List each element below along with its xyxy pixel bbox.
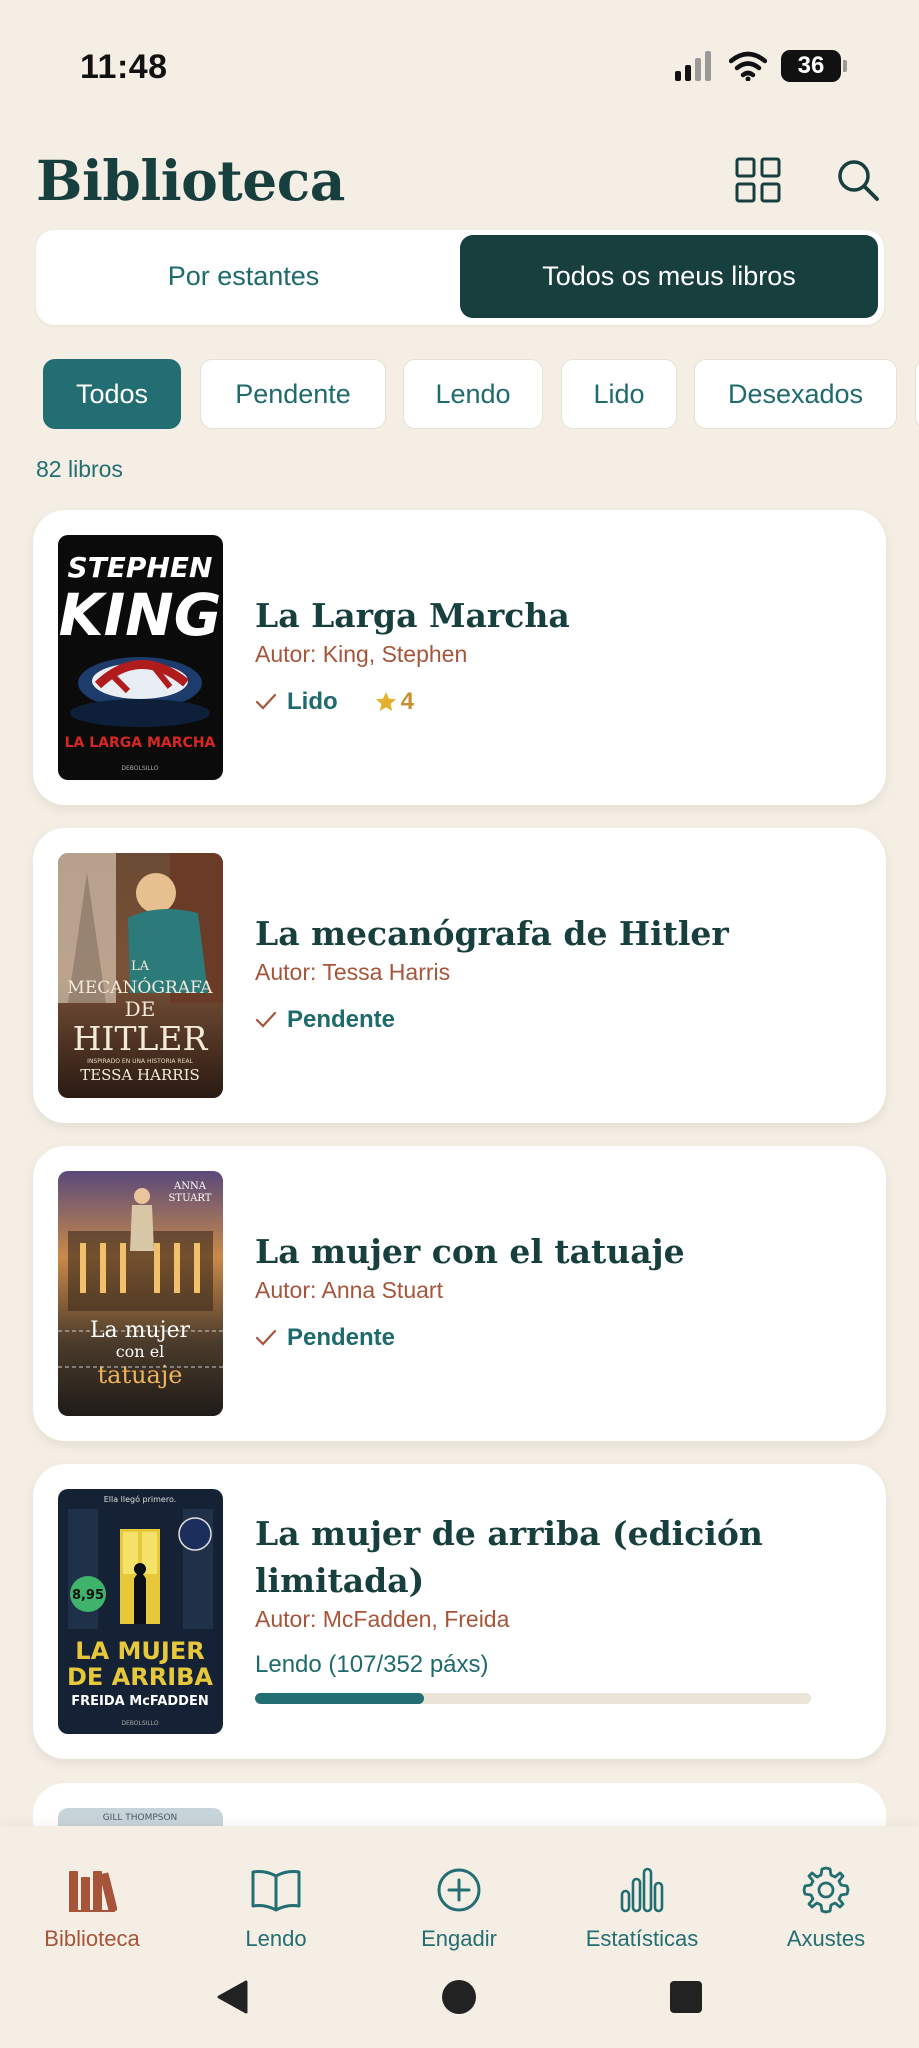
filter-chip-todos[interactable]: Todos [43,359,181,429]
check-icon [255,1011,277,1028]
nav-item-biblioteca[interactable]: Biblioteca [2,1862,182,1952]
svg-text:LA MUJER: LA MUJER [75,1637,204,1665]
book-cover: STEPHEN KING LA LARGA MARCHA DEBOLSILLO [58,535,223,780]
book-status: Pendente [255,1324,826,1352]
svg-text:tatuaje: tatuaje [97,1361,182,1389]
svg-text:8,95: 8,95 [72,1588,104,1603]
book-status: Lido 4 [255,688,826,716]
nav-item-axustes[interactable]: Axustes [736,1862,916,1952]
signal-icon [675,51,711,81]
book-author: Autor: Anna Stuart [255,1277,443,1303]
status-icons: 36 [675,50,847,82]
grid-view-button[interactable] [728,150,788,210]
nav-item-estatisticas[interactable]: Estatísticas [552,1862,732,1952]
check-icon [255,693,277,710]
page-title: Biblioteca [36,148,345,213]
status-time: 11:48 [80,48,168,86]
back-icon[interactable] [214,1979,250,2015]
svg-text:LA: LA [131,959,150,974]
system-nav-bar [0,1965,919,2035]
book-author: Autor: McFadden, Freida [255,1606,510,1632]
book-rating: 4 [374,688,414,716]
reading-progress-bar [255,1693,811,1704]
svg-text:La mujer: La mujer [90,1318,191,1343]
books-icon [69,1871,117,1913]
svg-text:INSPIRADO EN UNA HISTORIA REAL: INSPIRADO EN UNA HISTORIA REAL [87,1058,193,1065]
book-card[interactable]: ANNA STUART La mujer con el tatuaje La m… [33,1146,886,1441]
book-card[interactable]: STEPHEN KING LA LARGA MARCHA DEBOLSILLO … [33,510,886,805]
tab-by-shelves[interactable]: Por estantes [41,235,446,318]
nav-item-engadir[interactable]: Engadir [369,1862,549,1952]
filter-chips: Todos Pendente Lendo Lido Desexados [0,359,919,431]
svg-text:KING: KING [59,581,222,649]
star-icon [375,692,396,711]
search-button[interactable] [828,150,888,210]
svg-text:con el: con el [116,1342,165,1361]
open-book-icon [251,1870,301,1912]
rating-value: 4 [400,688,415,715]
battery-level: 36 [797,52,825,79]
book-cover: LA MECANÓGRAFA DE HITLER INSPIRADO EN UN… [58,853,223,1098]
filter-chip-pendente[interactable]: Pendente [200,359,386,429]
plus-circle-icon [437,1868,481,1912]
book-cover: ANNA STUART La mujer con el tatuaje [58,1171,223,1416]
nav-item-lendo[interactable]: Lendo [186,1862,366,1952]
book-author: Autor: Tessa Harris [255,959,451,985]
gear-icon [802,1866,850,1914]
svg-text:GILL THOMPSON: GILL THOMPSON [103,1813,178,1823]
book-card[interactable]: Ella llegó primero. 8,95 LA MUJER DE ARR… [33,1464,886,1759]
tab-all-books[interactable]: Todos os meus libros [460,235,878,318]
book-title: La mecanógrafa de Hitler [255,914,729,953]
book-author: Autor: King, Stephen [255,641,468,667]
check-icon [255,1329,277,1346]
progress-label: Lendo (107/352 páxs) [255,1651,489,1678]
status-bar: 11:48 36 [0,0,919,110]
svg-text:DE ARRIBA: DE ARRIBA [67,1663,213,1691]
svg-text:DE: DE [125,997,156,1021]
svg-text:STUART: STUART [169,1193,212,1204]
book-count: 82 libros [36,456,123,482]
svg-text:FREIDA McFADDEN: FREIDA McFADDEN [71,1694,208,1709]
search-icon [838,160,879,201]
svg-text:Ella llegó primero.: Ella llegó primero. [104,1494,177,1504]
view-toggle: Por estantes Todos os meus libros [36,230,884,325]
progress-fill [255,1693,425,1704]
book-title: La mujer de arriba (edición limitada) [255,1514,763,1600]
svg-text:ANNA: ANNA [173,1181,207,1192]
battery-icon: 36 [781,50,847,82]
book-status: Pendente [255,1006,826,1034]
recents-icon[interactable] [669,1980,703,2014]
book-title: La Larga Marcha [255,596,570,635]
home-icon[interactable] [441,1979,477,2015]
bar-chart-icon [620,1867,664,1913]
status-label: Pendente [287,1324,396,1351]
grid-icon [735,157,781,203]
book-cover: Ella llegó primero. 8,95 LA MUJER DE ARR… [58,1489,223,1734]
svg-text:STEPHEN: STEPHEN [68,551,213,584]
filter-chip-lido[interactable]: Lido [561,359,677,429]
svg-text:MECANÓGRAFA: MECANÓGRAFA [67,977,213,998]
status-label: Lido [287,688,338,715]
filter-chip-more[interactable] [915,359,919,429]
svg-text:TESSA HARRIS: TESSA HARRIS [80,1066,200,1084]
filter-chip-desexados[interactable]: Desexados [694,359,897,429]
book-title: La mujer con el tatuaje [255,1232,685,1271]
book-card[interactable]: LA MECANÓGRAFA DE HITLER INSPIRADO EN UN… [33,828,886,1123]
svg-text:DEBOLSILLO: DEBOLSILLO [121,765,159,772]
svg-text:DEBOLSILLO: DEBOLSILLO [121,1720,159,1727]
svg-text:LA LARGA MARCHA: LA LARGA MARCHA [65,735,216,751]
wifi-icon [729,51,767,81]
filter-chip-lendo[interactable]: Lendo [403,359,543,429]
status-label: Pendente [287,1006,396,1033]
svg-text:HITLER: HITLER [73,1019,209,1058]
